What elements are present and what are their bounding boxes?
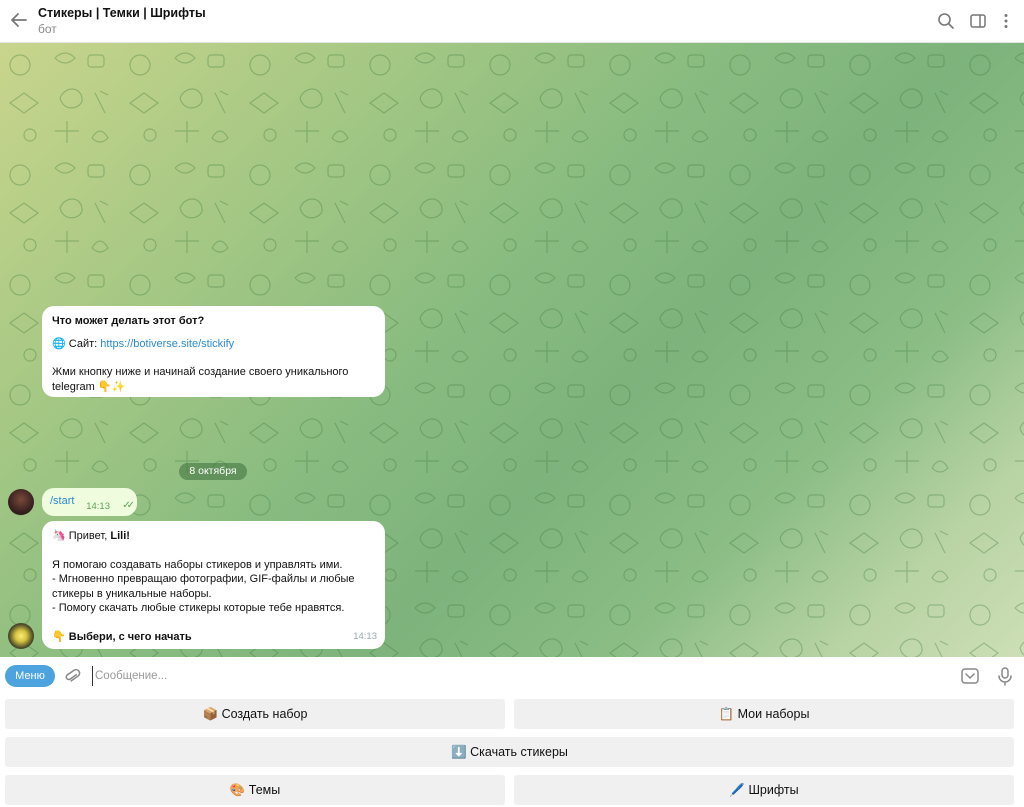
reply-line-2: - Мгновенно превращаю фотографии, GIF-фа… bbox=[52, 573, 355, 600]
greeting-text: Привет, bbox=[68, 530, 108, 542]
outgoing-message[interactable]: /start 14:13 ✓✓ bbox=[42, 488, 137, 516]
point-down-icon: 👇 bbox=[52, 630, 66, 643]
chat-title[interactable]: Стикеры | Темки | Шрифты bbox=[38, 6, 206, 20]
site-link[interactable]: https://botiverse.site/stickify bbox=[100, 338, 234, 350]
reply-keyboard: 📦 Создать набор 📋 Мои наборы ⬇️ Скачать … bbox=[0, 695, 1024, 807]
message-input-bar: Меню bbox=[0, 657, 1024, 695]
message-input[interactable] bbox=[92, 666, 592, 686]
unicorn-icon: 🦄 bbox=[52, 530, 66, 542]
chat-header: Стикеры | Темки | Шрифты бот bbox=[0, 0, 1024, 43]
reply-line-1: Я помогаю создавать наборы стикеров и уп… bbox=[52, 558, 343, 571]
greeting-exclaim: ! bbox=[126, 530, 130, 542]
download-stickers-button[interactable]: ⬇️ Скачать стикеры bbox=[5, 737, 1014, 767]
chat-area[interactable]: Что может делать этот бот? 🌐 Сайт: https… bbox=[0, 43, 1024, 657]
date-badge: 8 октября bbox=[179, 463, 247, 480]
bot-info-heading: Что может делать этот бот? bbox=[52, 315, 205, 327]
bot-reply-bubble[interactable]: 🦄 Привет, Lili! Я помогаю создавать набо… bbox=[42, 521, 385, 649]
create-set-button[interactable]: 📦 Создать набор bbox=[5, 699, 505, 729]
more-options-icon[interactable] bbox=[996, 11, 1016, 31]
back-arrow-icon[interactable] bbox=[8, 9, 30, 31]
read-checkmark-icon: ✓✓ bbox=[122, 500, 135, 511]
fonts-button[interactable]: 🖊️ Шрифты bbox=[514, 775, 1014, 805]
bot-info-bubble: Что может делать этот бот? 🌐 Сайт: https… bbox=[42, 306, 385, 397]
themes-button[interactable]: 🎨 Темы bbox=[5, 775, 505, 805]
bot-keyboard-icon[interactable] bbox=[960, 666, 980, 686]
command-link[interactable]: /start bbox=[50, 495, 74, 507]
site-label: Сайт: bbox=[68, 337, 98, 350]
message-time: 14:13 bbox=[86, 501, 110, 512]
reply-cta: Выбери, с чего начать bbox=[68, 630, 192, 643]
search-icon[interactable] bbox=[936, 11, 956, 31]
bot-avatar[interactable] bbox=[8, 623, 34, 649]
my-sets-button[interactable]: 📋 Мои наборы bbox=[514, 699, 1014, 729]
reply-line-3: - Помогу скачать любые стикеры которые т… bbox=[52, 602, 345, 614]
sidebar-toggle-icon[interactable] bbox=[968, 11, 988, 31]
user-name: Lili bbox=[110, 530, 127, 542]
attach-icon[interactable] bbox=[62, 666, 82, 686]
menu-button[interactable]: Меню bbox=[5, 665, 55, 687]
chat-subtitle: бот bbox=[38, 22, 57, 36]
microphone-icon[interactable] bbox=[995, 666, 1015, 686]
globe-icon: 🌐 bbox=[52, 337, 66, 350]
message-time: 14:13 bbox=[353, 630, 377, 642]
user-avatar[interactable] bbox=[8, 489, 34, 515]
bot-info-text: Жми кнопку ниже и начинай создание своег… bbox=[52, 366, 349, 393]
